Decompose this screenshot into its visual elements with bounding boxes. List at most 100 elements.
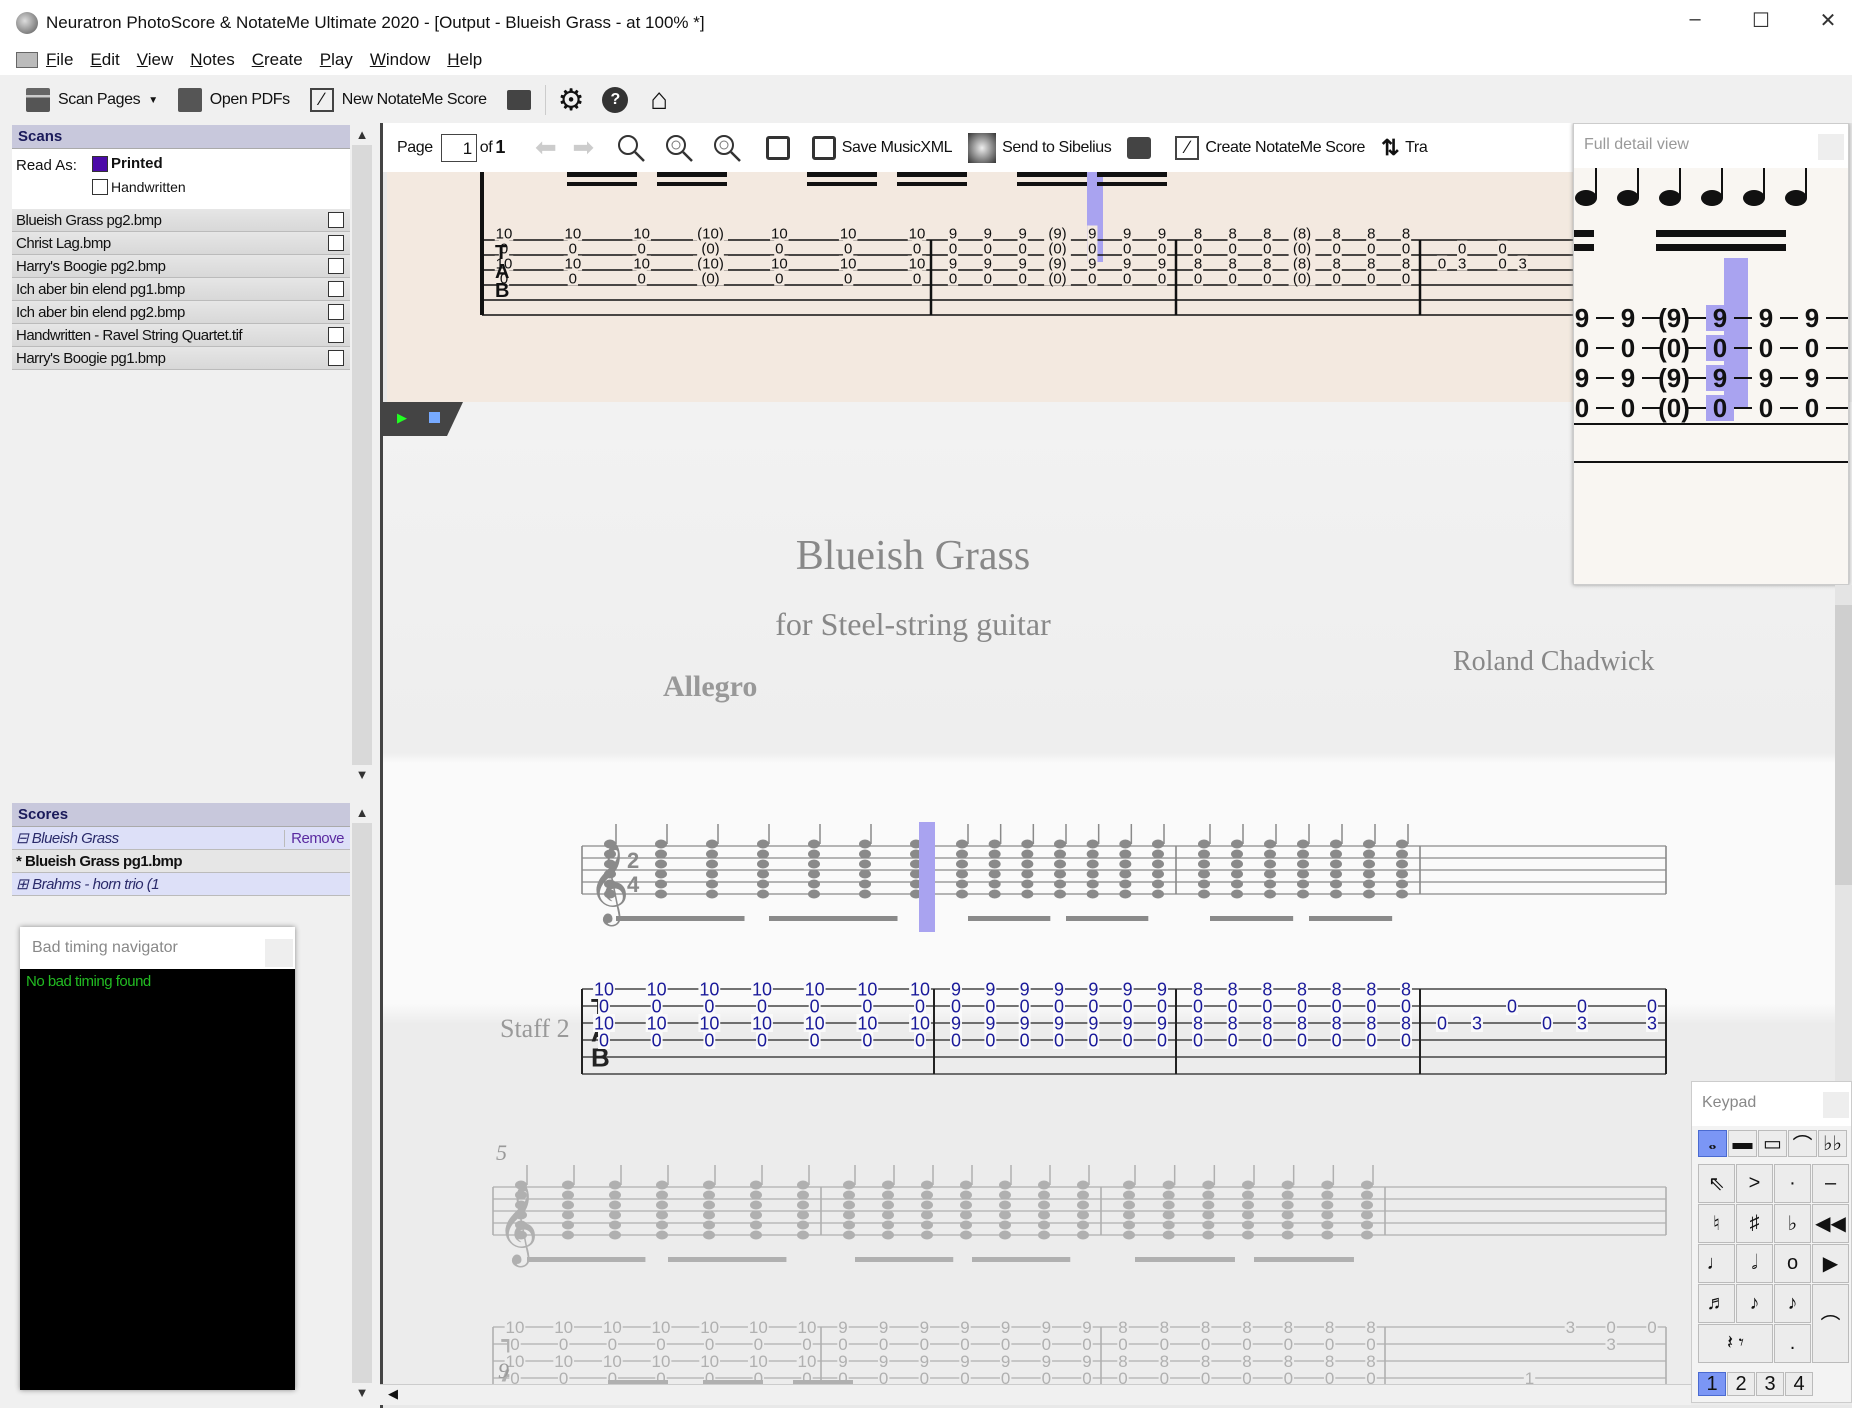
scans-scrollbar[interactable]: ▲ ▼ (352, 125, 372, 785)
keypad-key[interactable]: 𝅗𝅥 (1736, 1244, 1773, 1283)
menu-view[interactable]: View (137, 50, 174, 70)
notehead (988, 849, 1001, 859)
keypad-page-tab[interactable]: 3 (1756, 1372, 1784, 1396)
new-notateme-button[interactable]: ∕ New NotateMe Score (309, 88, 487, 112)
keypad-key[interactable]: o (1774, 1244, 1811, 1283)
scan-file-item[interactable]: Blueish Grass pg2.bmp (12, 209, 350, 232)
menu-create[interactable]: Create (252, 50, 303, 70)
play-icon[interactable]: ▶ (397, 410, 407, 426)
minimize-button[interactable]: – (1680, 8, 1710, 31)
keypad-key[interactable]: ♪ (1736, 1284, 1773, 1323)
scroll-up-icon[interactable]: ▲ (352, 125, 372, 145)
menu-file[interactable]: File (46, 50, 73, 70)
scroll-down-icon[interactable]: ▼ (352, 1383, 372, 1403)
printed-checkbox[interactable]: Printed (92, 155, 163, 172)
zoom-icon[interactable] (616, 133, 646, 163)
menu-window[interactable]: Window (370, 50, 430, 70)
keypad-key[interactable]: ⇖ (1698, 1164, 1735, 1203)
send-to-sibelius-button[interactable]: Send to Sibelius (968, 132, 1112, 163)
scan-file-item[interactable]: Ich aber bin elend pg1.bmp (12, 278, 350, 301)
transpose-button[interactable]: ⇅ Tra (1381, 135, 1428, 161)
page-number-input[interactable]: 1 (440, 133, 477, 162)
stop-icon[interactable] (429, 412, 440, 423)
zoom-out-icon[interactable] (712, 133, 742, 163)
folder-icon[interactable] (506, 90, 531, 110)
scan-checkbox[interactable] (328, 304, 344, 320)
help-icon[interactable]: ? (602, 87, 629, 113)
scores-scrollbar[interactable]: ▲ ▼ (352, 803, 372, 1403)
print-icon[interactable] (1127, 136, 1152, 159)
scan-file-item[interactable]: Harry's Boogie pg1.bmp (12, 347, 350, 370)
keypad-tab[interactable]: ▭ (1758, 1130, 1787, 1157)
scan-file-item[interactable]: Harry's Boogie pg2.bmp (12, 255, 350, 278)
close-icon[interactable] (1818, 134, 1844, 160)
score-item-blueish-grass[interactable]: ⊟ Blueish Grass Remove (12, 827, 350, 850)
keypad-key[interactable]: ♭ (1774, 1204, 1811, 1243)
checkbox-checked[interactable] (92, 155, 108, 172)
keypad-key[interactable]: ♩ (1698, 1244, 1735, 1283)
save-musicxml-button[interactable]: Save MusicXML (811, 135, 953, 160)
keypad-key[interactable]: ♯ (1736, 1204, 1773, 1243)
notehead (1231, 839, 1243, 849)
keypad-key[interactable]: ◀◀ (1812, 1204, 1849, 1243)
scan-file-item[interactable]: Christ Lag.bmp (12, 232, 350, 255)
previous-page-icon[interactable]: ⬅ (535, 132, 557, 163)
scan-checkbox[interactable] (328, 212, 344, 228)
menu-help[interactable]: Help (447, 50, 482, 70)
dropdown-arrow-icon[interactable]: ▼ (148, 95, 158, 106)
menu-edit[interactable]: Edit (90, 50, 119, 70)
keypad-page-tab[interactable]: 2 (1727, 1372, 1755, 1396)
keypad-key[interactable]: · (1774, 1164, 1811, 1203)
keypad-key[interactable]: ▶ (1812, 1244, 1849, 1283)
home-icon[interactable]: ⌂ (650, 83, 668, 117)
save-icon[interactable] (765, 135, 790, 160)
collapse-icon[interactable]: ⊟ (16, 830, 29, 847)
scroll-up-icon[interactable]: ▲ (352, 803, 372, 823)
close-icon[interactable] (265, 939, 293, 967)
scan-checkbox[interactable] (328, 258, 344, 274)
keypad-key[interactable]: ♮ (1698, 1204, 1735, 1243)
scroll-down-icon[interactable]: ▼ (352, 765, 372, 785)
scan-checkbox[interactable] (328, 350, 344, 366)
close-icon[interactable] (1823, 1092, 1849, 1118)
keypad-key[interactable]: ♪ (1774, 1284, 1811, 1323)
gear-icon[interactable]: ⚙ (558, 83, 585, 118)
keypad-page-tab[interactable]: 1 (1698, 1372, 1726, 1396)
create-notateme-button[interactable]: ∕ Create NotateMe Score (1175, 135, 1366, 160)
scan-checkbox[interactable] (328, 281, 344, 297)
checkbox-unchecked[interactable] (92, 179, 108, 195)
horizontal-scrollbar[interactable]: ◀ (380, 1384, 1691, 1405)
keypad-key-rests[interactable]: 𝄽 𝄾 (1698, 1324, 1773, 1363)
expand-icon[interactable]: ⊞ (16, 875, 29, 893)
keypad-tab[interactable]: 𝅝 (1698, 1130, 1727, 1157)
scan-file-item[interactable]: Ich aber bin elend pg2.bmp (12, 301, 350, 324)
staff-label: Staff 2 (500, 1014, 570, 1043)
menu-notes[interactable]: Notes (190, 50, 234, 70)
scrollbar-thumb[interactable] (1835, 605, 1852, 885)
scan-checkbox[interactable] (328, 327, 344, 343)
keypad-key-dot[interactable]: . (1774, 1324, 1811, 1363)
keypad-key[interactable]: ♬ (1698, 1284, 1735, 1323)
menu-play[interactable]: Play (320, 50, 353, 70)
scan-checkbox[interactable] (328, 235, 344, 251)
remove-button[interactable]: Remove (284, 829, 344, 847)
keypad-key-tie[interactable]: ⌒ (1812, 1284, 1849, 1363)
scan-pages-button[interactable]: Scan Pages ▼ (26, 88, 158, 112)
maximize-button[interactable]: ☐ (1746, 8, 1776, 33)
keypad-tab[interactable]: ⌒ (1788, 1130, 1817, 1157)
keypad-key[interactable]: > (1736, 1164, 1773, 1203)
zoom-in-icon[interactable] (664, 133, 694, 163)
close-button[interactable]: ✕ (1813, 8, 1843, 33)
keypad-page-tab[interactable]: 4 (1785, 1372, 1813, 1396)
open-pdfs-button[interactable]: Open PDFs (177, 88, 290, 112)
scroll-left-icon[interactable]: ◀ (388, 1386, 398, 1402)
scan-file-item[interactable]: Handwritten - Ravel String Quartet.tif (12, 324, 350, 347)
next-page-icon[interactable]: ➡ (572, 132, 594, 163)
keypad-key[interactable]: – (1812, 1164, 1849, 1203)
keypad-tab[interactable]: ♭♭ (1818, 1130, 1847, 1157)
keypad-tab[interactable]: ▬ (1728, 1130, 1757, 1157)
handwritten-checkbox[interactable]: Handwritten (92, 179, 186, 195)
create-notateme-label: Create NotateMe Score (1205, 138, 1366, 156)
score-item-brahms[interactable]: ⊞ Brahms - horn trio (1 (12, 873, 350, 896)
score-item-page[interactable]: * Blueish Grass pg1.bmp (12, 850, 350, 873)
